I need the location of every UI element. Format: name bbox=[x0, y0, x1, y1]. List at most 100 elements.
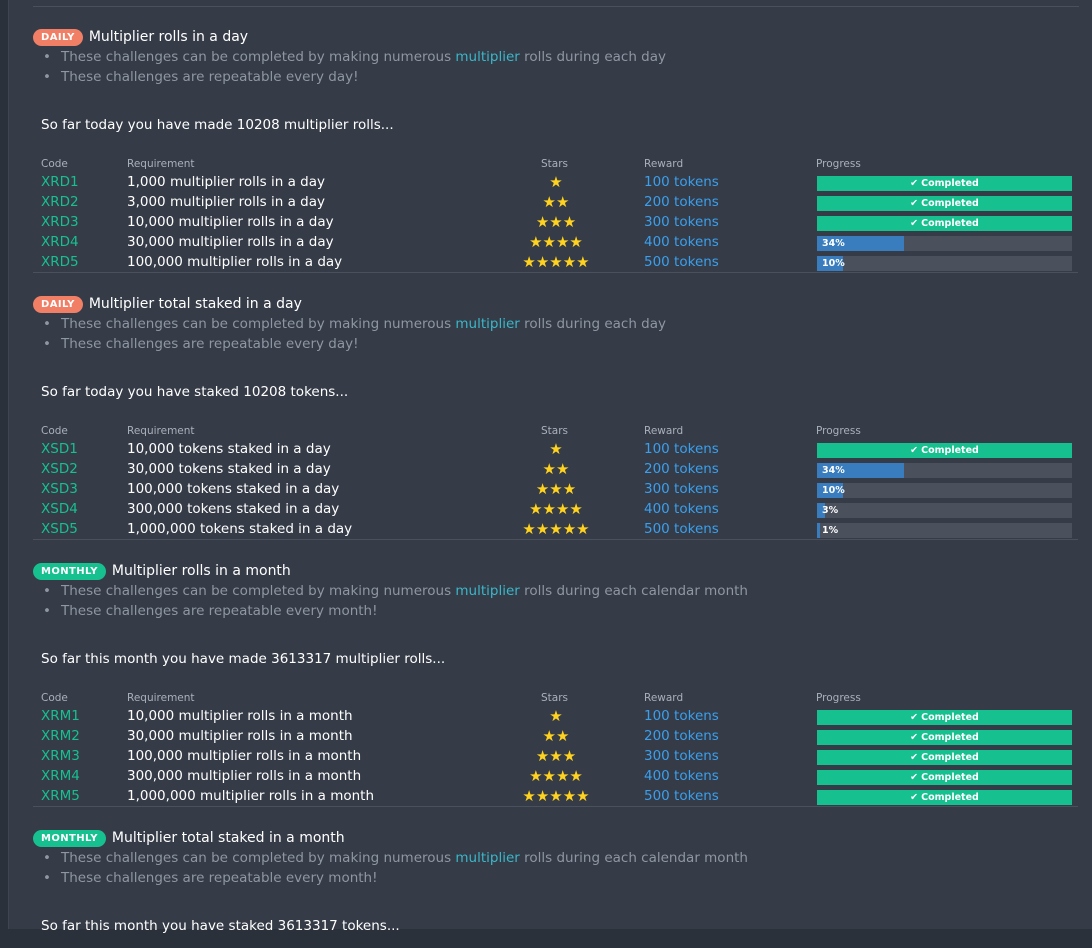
reward-amount: 300 tokens bbox=[644, 214, 719, 230]
info-item: These challenges can be completed by mak… bbox=[43, 47, 666, 67]
multiplier-link[interactable]: multiplier bbox=[455, 49, 519, 65]
table-row: XSD5 1,000,000 tokens staked in a day ★★★★… bbox=[33, 520, 1078, 540]
multiplier-link[interactable]: multiplier bbox=[455, 583, 519, 599]
star-rating: ★ bbox=[549, 440, 563, 458]
progress-text: Completed bbox=[921, 732, 979, 743]
column-header-code: Code bbox=[41, 692, 68, 704]
info-item: These challenges are repeatable every da… bbox=[43, 334, 666, 354]
progress-text: 34% bbox=[822, 238, 845, 249]
info-item: These challenges can be completed by mak… bbox=[43, 314, 666, 334]
table-header: Code Requirement Stars Reward Progress bbox=[33, 158, 1078, 172]
column-header-stars: Stars bbox=[541, 158, 569, 170]
progress-text: Completed bbox=[921, 198, 979, 209]
info-item: These challenges are repeatable every mo… bbox=[43, 601, 748, 621]
challenge-requirement: 30,000 multiplier rolls in a month bbox=[127, 728, 353, 744]
progress-text: 3% bbox=[822, 505, 839, 516]
star-rating: ★★★ bbox=[535, 213, 577, 231]
progress-label: ✔ Completed bbox=[817, 216, 1072, 231]
table-row: XSD2 30,000 tokens staked in a day ★★ 200 t… bbox=[33, 460, 1078, 480]
column-header-reward: Reward bbox=[644, 692, 684, 704]
progress-text: Completed bbox=[921, 752, 979, 763]
challenge-requirement: 100,000 multiplier rolls in a day bbox=[127, 254, 343, 270]
progress-label: ✔ Completed bbox=[817, 770, 1072, 785]
challenge-code: XRM4 bbox=[41, 768, 80, 784]
progress-text: 10% bbox=[822, 258, 845, 269]
star-rating: ★★★ bbox=[535, 480, 577, 498]
progress-text: Completed bbox=[921, 792, 979, 803]
progress-text: Completed bbox=[921, 445, 979, 456]
challenge-code: XRM5 bbox=[41, 788, 80, 804]
table-row: XRD4 30,000 multiplier rolls in a day ★★★★… bbox=[33, 233, 1078, 253]
challenge-code: XRD1 bbox=[41, 174, 79, 190]
column-header-progress: Progress bbox=[816, 158, 861, 170]
multiplier-link[interactable]: multiplier bbox=[455, 316, 519, 332]
challenge-requirement: 30,000 multiplier rolls in a day bbox=[127, 234, 334, 250]
info-item: These challenges are repeatable every mo… bbox=[43, 868, 748, 888]
progress-fill bbox=[817, 523, 820, 538]
challenge-code: XRD4 bbox=[41, 234, 79, 250]
challenge-code: XSD2 bbox=[41, 461, 78, 477]
check-icon: ✔ bbox=[910, 178, 919, 189]
progress-bar: 34% bbox=[817, 463, 1072, 478]
progress-label: ✔ Completed bbox=[817, 790, 1072, 805]
column-header-reward: Reward bbox=[644, 158, 684, 170]
table-row: XRM5 1,000,000 multiplier rolls in a mont… bbox=[33, 787, 1078, 807]
check-icon: ✔ bbox=[910, 218, 919, 229]
info-text: These challenges can be completed by mak… bbox=[61, 850, 456, 866]
challenge-requirement: 3,000 multiplier rolls in a day bbox=[127, 194, 325, 210]
section-title: Multiplier total staked in a month bbox=[111, 830, 345, 846]
monthly-badge: MONTHLY bbox=[33, 829, 106, 847]
star-rating: ★★ bbox=[542, 460, 570, 478]
challenge-requirement: 100,000 multiplier rolls in a month bbox=[127, 748, 362, 764]
progress-label: 34% bbox=[822, 236, 845, 251]
challenge-requirement: 10,000 multiplier rolls in a day bbox=[127, 214, 334, 230]
multiplier-link[interactable]: multiplier bbox=[455, 850, 519, 866]
section-title: Multiplier total staked in a day bbox=[88, 296, 302, 312]
info-text: These challenges can be completed by mak… bbox=[61, 49, 456, 65]
challenge-table: XRD1 1,000 multiplier rolls in a day ★ 100 … bbox=[33, 173, 1078, 273]
check-icon: ✔ bbox=[910, 198, 919, 209]
info-item: These challenges can be completed by mak… bbox=[43, 848, 748, 868]
challenge-code: XSD3 bbox=[41, 481, 78, 497]
reward-amount: 300 tokens bbox=[644, 481, 719, 497]
challenge-table: XRM1 10,000 multiplier rolls in a month ★ 1… bbox=[33, 707, 1078, 807]
star-rating: ★★★★ bbox=[529, 500, 583, 518]
info-text: rolls during each calendar month bbox=[519, 583, 748, 599]
table-header: Code Requirement Stars Reward Progress bbox=[33, 425, 1078, 439]
column-header-requirement: Requirement bbox=[127, 425, 195, 437]
column-header-progress: Progress bbox=[816, 425, 861, 437]
table-row: XRM1 10,000 multiplier rolls in a month ★ 1… bbox=[33, 707, 1078, 727]
section-divider bbox=[33, 539, 1078, 540]
section-header: DAILY Multiplier total staked in a day bbox=[33, 294, 302, 314]
reward-amount: 500 tokens bbox=[644, 788, 719, 804]
check-icon: ✔ bbox=[910, 732, 919, 743]
challenge-requirement: 30,000 tokens staked in a day bbox=[127, 461, 331, 477]
progress-text: Completed bbox=[921, 772, 979, 783]
table-row: XRM4 300,000 multiplier rolls in a month ★… bbox=[33, 767, 1078, 787]
reward-amount: 200 tokens bbox=[644, 461, 719, 477]
challenge-requirement: 1,000,000 multiplier rolls in a month bbox=[127, 788, 375, 804]
challenge-code: XRD2 bbox=[41, 194, 79, 210]
table-row: XSD3 100,000 tokens staked in a day ★★★ 300… bbox=[33, 480, 1078, 500]
reward-amount: 400 tokens bbox=[644, 234, 719, 250]
progress-label: 10% bbox=[822, 483, 845, 498]
section-title: Multiplier rolls in a month bbox=[111, 563, 291, 579]
table-row: XRD3 10,000 multiplier rolls in a day ★★★ 3… bbox=[33, 213, 1078, 233]
progress-bar: ✔ Completed bbox=[817, 770, 1072, 785]
top-divider bbox=[33, 6, 1079, 7]
reward-amount: 300 tokens bbox=[644, 748, 719, 764]
progress-summary: So far this month you have staked 361331… bbox=[41, 918, 400, 934]
progress-bar: ✔ Completed bbox=[817, 750, 1072, 765]
challenge-requirement: 1,000 multiplier rolls in a day bbox=[127, 174, 325, 190]
reward-amount: 100 tokens bbox=[644, 708, 719, 724]
challenge-section: MONTHLY Multiplier total staked in a mont… bbox=[33, 828, 1078, 948]
challenge-code: XRD5 bbox=[41, 254, 79, 270]
challenge-table: XSD1 10,000 tokens staked in a day ★ 100 to… bbox=[33, 440, 1078, 540]
table-header: Code Requirement Stars Reward Progress bbox=[33, 692, 1078, 706]
challenge-code: XRM2 bbox=[41, 728, 80, 744]
challenge-requirement: 10,000 tokens staked in a day bbox=[127, 441, 331, 457]
info-text: These challenges can be completed by mak… bbox=[61, 316, 456, 332]
challenge-code: XRM3 bbox=[41, 748, 80, 764]
info-text: rolls during each calendar month bbox=[519, 850, 748, 866]
section-header: MONTHLY Multiplier rolls in a month bbox=[33, 561, 291, 581]
